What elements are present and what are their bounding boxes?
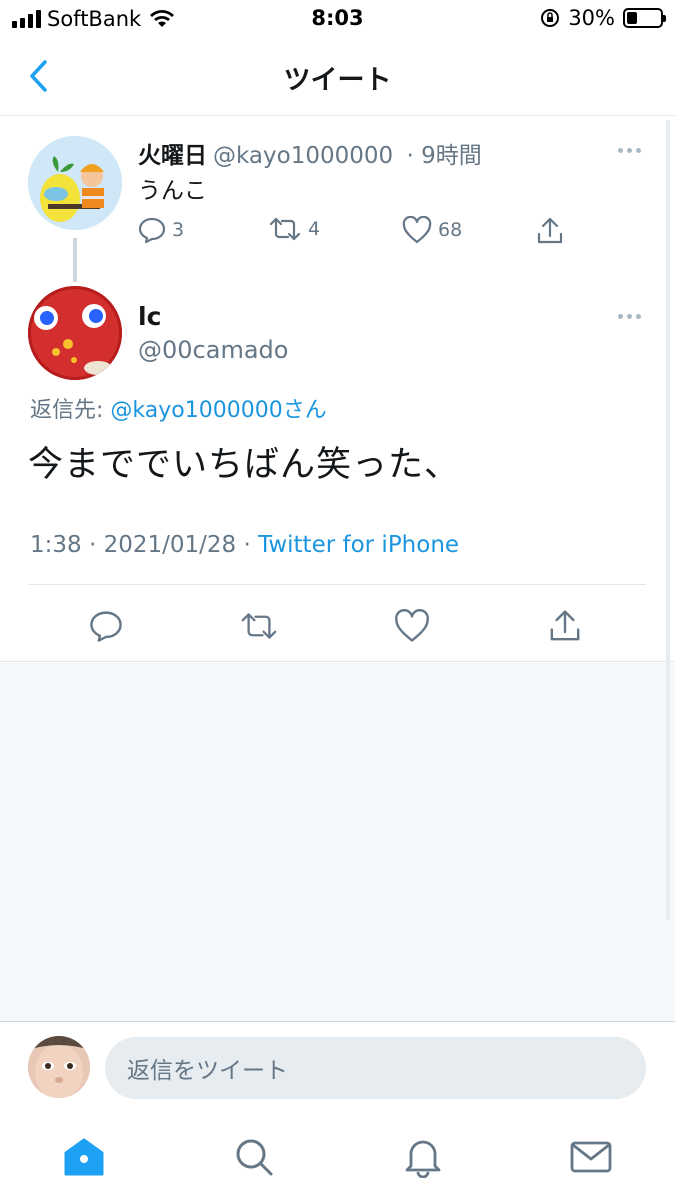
- heart-icon: [402, 216, 432, 244]
- handle[interactable]: @00camado: [138, 336, 288, 364]
- messages-icon: [570, 1141, 612, 1173]
- avatar[interactable]: [28, 136, 122, 230]
- search-icon: [236, 1139, 273, 1176]
- tab-notifications[interactable]: [401, 1135, 445, 1179]
- reply-to: 返信先: @kayo1000000さん: [30, 392, 327, 424]
- reply-composer: 返信をツイート: [0, 1021, 675, 1113]
- retweet-icon: [269, 217, 301, 241]
- scrollbar[interactable]: [666, 120, 670, 920]
- tweet-text: うんこ: [138, 178, 207, 204]
- reply-button[interactable]: 3: [138, 216, 184, 244]
- thread-line: [73, 238, 77, 282]
- tweet-time: · 9時間: [406, 143, 482, 169]
- handle[interactable]: @kayo1000000: [213, 143, 393, 169]
- tweet-timestamp: 1:38 · 2021/01/28 ·: [30, 532, 251, 558]
- my-avatar[interactable]: [28, 1036, 90, 1098]
- page-title: ツイート: [283, 65, 392, 96]
- retweet-count: 4: [308, 218, 321, 240]
- retweet-button[interactable]: 4: [268, 216, 320, 242]
- tweet-meta: 1:38 · 2021/01/28 · Twitter for iPhone: [30, 532, 459, 558]
- share-icon: [537, 217, 563, 244]
- reply-button[interactable]: [86, 606, 126, 646]
- like-button[interactable]: [392, 606, 432, 646]
- empty-replies-area: [0, 663, 675, 1021]
- status-right: 30%: [540, 6, 666, 30]
- tweet-actions: [0, 606, 675, 646]
- avatar-image: [28, 1036, 90, 1098]
- like-count: 68: [438, 219, 463, 241]
- tweet-actions: 3 4 68: [138, 216, 598, 250]
- display-name[interactable]: 火曜日: [138, 143, 207, 169]
- tab-bar: [0, 1113, 675, 1200]
- orientation-lock-icon: [541, 9, 560, 27]
- tab-search[interactable]: [232, 1135, 276, 1179]
- tweet-text: 今まででいちばん笑った、: [28, 445, 461, 485]
- status-bar: SoftBank 8:03 30%: [0, 0, 675, 38]
- avatar[interactable]: [28, 286, 122, 380]
- display-name[interactable]: lc: [138, 302, 161, 331]
- reply-mention-link[interactable]: @kayo1000000さん: [110, 398, 326, 423]
- more-options-button[interactable]: [618, 148, 641, 153]
- home-icon: [64, 1138, 104, 1176]
- share-button[interactable]: [536, 216, 564, 246]
- divider: [28, 584, 646, 585]
- nav-bar: ツイート: [0, 38, 675, 116]
- battery-icon: [623, 8, 666, 28]
- like-button[interactable]: 68: [402, 216, 462, 244]
- avatar-image: [28, 136, 122, 230]
- tab-messages[interactable]: [569, 1135, 613, 1179]
- tab-home[interactable]: [62, 1135, 106, 1179]
- retweet-button[interactable]: [239, 606, 279, 646]
- heart-icon: [395, 609, 429, 642]
- reply-icon: [138, 217, 166, 244]
- notifications-icon: [405, 1140, 441, 1178]
- reply-to-label: 返信先:: [30, 398, 104, 423]
- share-button[interactable]: [545, 606, 585, 646]
- battery-percent: 30%: [568, 6, 615, 30]
- retweet-icon: [241, 613, 277, 639]
- reply-icon: [90, 611, 122, 642]
- reply-input[interactable]: 返信をツイート: [105, 1037, 646, 1099]
- parent-tweet[interactable]: 火曜日 @kayo1000000 · 9時間 うんこ 3 4 68: [0, 116, 675, 286]
- tweet-header: 火曜日 @kayo1000000 · 9時間: [138, 136, 482, 170]
- more-options-button[interactable]: [618, 314, 641, 319]
- reply-count: 3: [172, 219, 185, 241]
- avatar-image: [28, 286, 122, 380]
- share-icon: [550, 610, 580, 641]
- focused-tweet: lc @00camado 返信先: @kayo1000000さん 今まででいちば…: [0, 286, 675, 662]
- tweet-source-link[interactable]: Twitter for iPhone: [258, 532, 459, 558]
